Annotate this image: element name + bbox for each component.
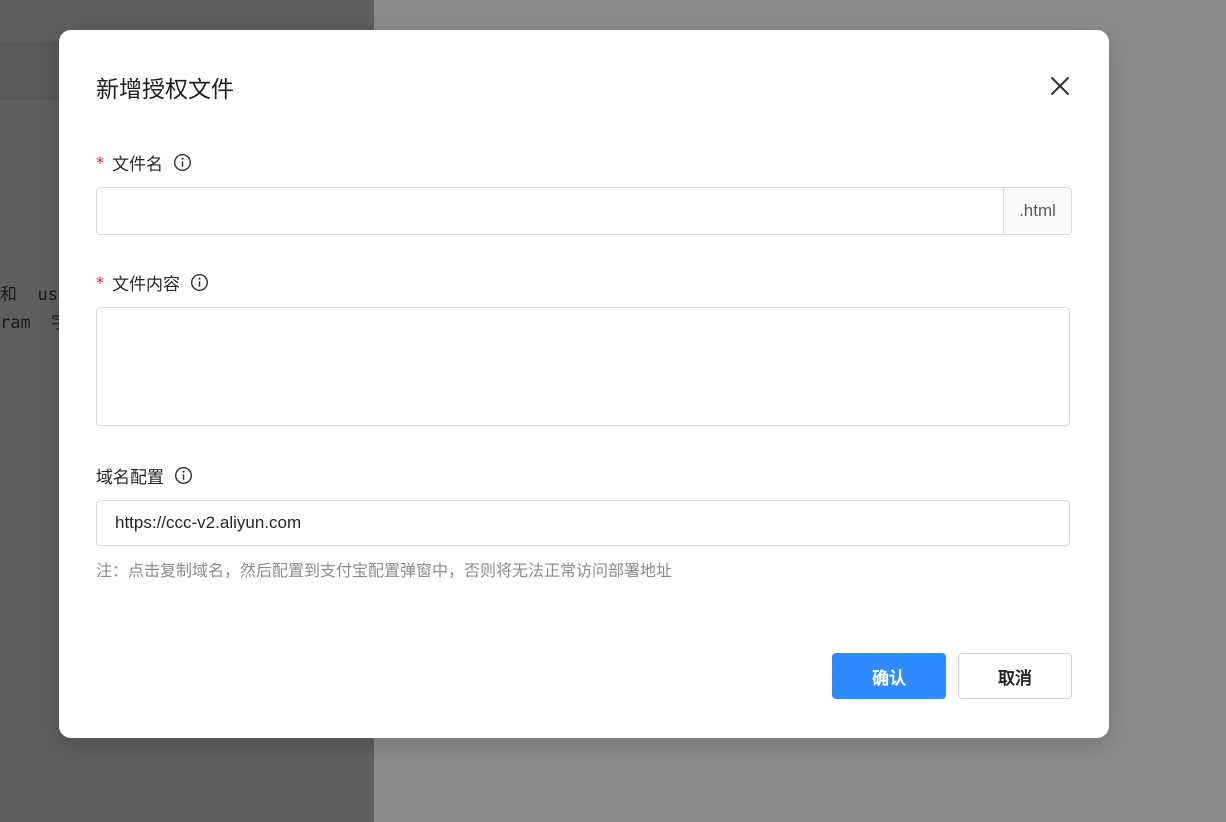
domain-label-row: 域名配置 (96, 463, 193, 488)
domain-field[interactable]: https://ccc-v2.aliyun.com (96, 500, 1070, 546)
info-circle-icon[interactable] (174, 466, 193, 485)
close-icon (1051, 77, 1069, 95)
info-circle-icon[interactable] (190, 273, 209, 292)
file-content-label-row: * 文件内容 (96, 270, 209, 295)
file-content-textarea[interactable] (96, 307, 1070, 426)
background-code-line: 和 use (0, 285, 69, 305)
file-name-input[interactable] (97, 188, 1003, 234)
file-name-label-row: * 文件名 (96, 150, 192, 175)
required-mark: * (96, 153, 104, 172)
domain-note: 注：点击复制域名，然后配置到支付宝配置弹窗中，否则将无法正常访问部署地址 (96, 561, 673, 580)
file-extension-suffix: .html (1003, 188, 1071, 234)
background-code-line: ram 字 (0, 313, 69, 333)
close-button[interactable] (1047, 73, 1073, 99)
file-content-label: 文件内容 (112, 275, 180, 295)
dialog-title: 新增授权文件 (96, 77, 234, 103)
cancel-button[interactable]: 取消 (958, 653, 1072, 699)
info-circle-icon[interactable] (173, 153, 192, 172)
file-name-input-group: .html (96, 187, 1072, 235)
confirm-button[interactable]: 确认 (832, 653, 946, 699)
add-auth-file-dialog: 新增授权文件 * 文件名 .html * 文件内容 域名配置 https://c… (59, 30, 1109, 738)
required-mark: * (96, 273, 104, 292)
file-name-label: 文件名 (112, 155, 163, 175)
domain-label: 域名配置 (96, 468, 164, 488)
